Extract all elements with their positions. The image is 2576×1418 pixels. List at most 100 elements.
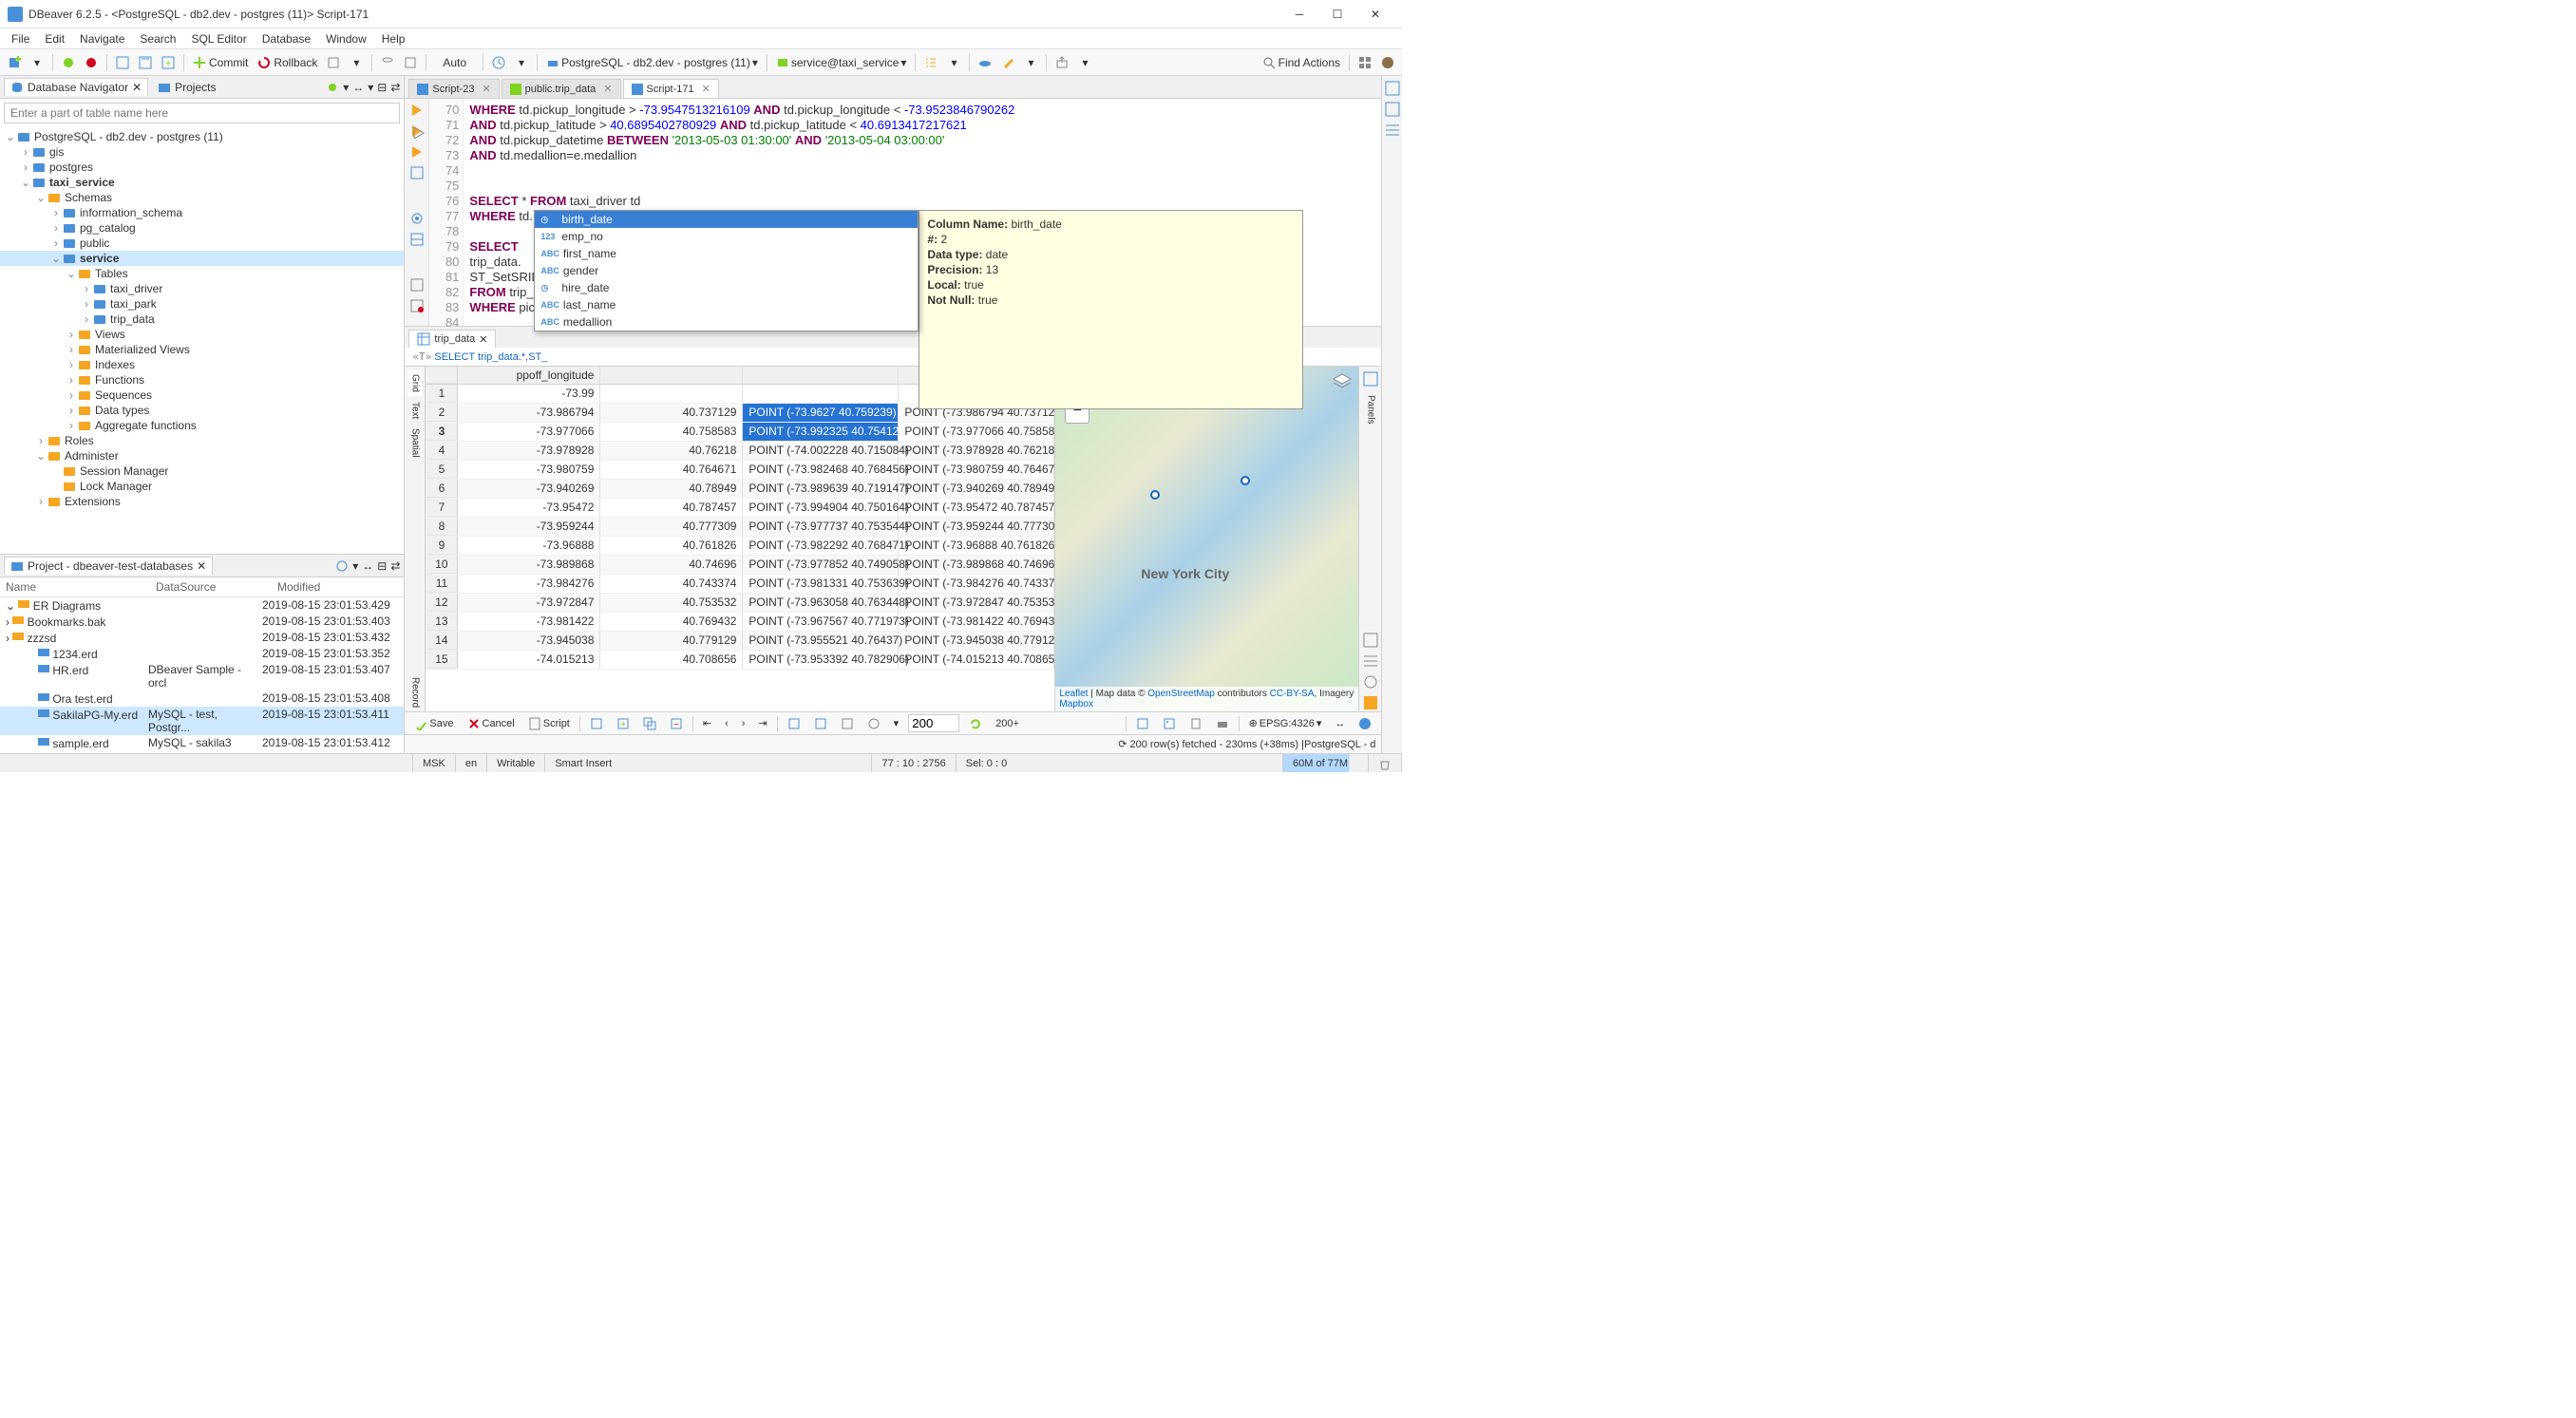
panel-icon-4[interactable] — [1362, 694, 1379, 711]
spatial-mode[interactable]: Spatial — [407, 425, 422, 462]
output-icon[interactable] — [409, 277, 425, 293]
close-icon[interactable]: ✕ — [197, 559, 206, 573]
sql-icon[interactable] — [400, 52, 421, 73]
grid-row[interactable]: 15-74.01521340.708656POINT (-73.953392 4… — [426, 651, 1054, 670]
grid-row[interactable]: 11-73.98427640.743374POINT (-73.981331 4… — [426, 575, 1054, 594]
color-icon[interactable] — [1354, 715, 1375, 732]
grid-row[interactable]: 9-73.9688840.761826POINT (-73.982292 40.… — [426, 537, 1054, 556]
config-icon[interactable] — [335, 559, 349, 573]
grid-row[interactable]: 4-73.97892840.76218POINT (-74.002228 40.… — [426, 442, 1054, 461]
grid-row[interactable]: 6-73.94026940.78949POINT (-73.989639 40.… — [426, 480, 1054, 499]
project-tab[interactable]: Project - dbeaver-test-databases ✕ — [4, 557, 213, 575]
find-actions-button[interactable]: Find Actions — [1259, 56, 1344, 69]
txn-dropdown-icon[interactable]: ▾ — [346, 52, 367, 73]
layers-icon[interactable] — [1332, 372, 1353, 393]
tree-item[interactable]: ›Data types — [0, 403, 404, 418]
link-nav-icon[interactable]: ⇄ — [390, 81, 400, 94]
map-marker[interactable] — [1150, 490, 1160, 500]
grid-row[interactable]: 8-73.95924440.777309POINT (-73.977737 40… — [426, 518, 1054, 537]
tree-item[interactable]: ›Aggregate functions — [0, 418, 404, 433]
refresh-icon[interactable] — [965, 715, 986, 732]
tree-item[interactable]: ›pg_catalog — [0, 220, 404, 236]
new-connection-icon[interactable] — [4, 52, 25, 73]
grid-row[interactable]: 12-73.97284740.753532POINT (-73.963058 4… — [426, 594, 1054, 613]
collapse-nav-icon[interactable]: ⊟ — [377, 81, 387, 94]
cloud-icon[interactable] — [975, 52, 995, 73]
tree-item[interactable]: ⌄Tables — [0, 266, 404, 281]
panel-icon-2[interactable] — [1362, 652, 1379, 670]
grid-row[interactable]: 10-73.98986840.74696POINT (-73.977852 40… — [426, 556, 1054, 575]
outline-icon[interactable] — [1384, 80, 1401, 97]
panel-icon-1[interactable] — [1362, 632, 1379, 649]
task-list-icon[interactable] — [920, 52, 941, 73]
heap-status[interactable]: 60M of 77M — [1283, 754, 1369, 772]
autocomplete-item[interactable]: 123emp_no — [535, 228, 918, 245]
autocomplete-item[interactable]: ◷birth_date — [535, 211, 918, 228]
tree-item[interactable]: ⌄PostgreSQL - db2.dev - postgres (11) — [0, 129, 404, 144]
project-row[interactable]: HR.erdDBeaver Sample - orcl2019-08-15 23… — [0, 662, 404, 690]
panels-label[interactable]: Panels — [1365, 391, 1375, 428]
dbeaver-perspective-icon[interactable] — [1377, 52, 1398, 73]
grid-row[interactable]: 7-73.9547240.787457POINT (-73.994904 40.… — [426, 499, 1054, 518]
autocomplete-popup[interactable]: ◷birth_date123emp_noABCfirst_nameABCgend… — [534, 210, 919, 331]
connection-selector[interactable]: PostgreSQL - db2.dev - postgres (11) ▾ — [542, 56, 762, 69]
tree-item[interactable]: ›gis — [0, 144, 404, 160]
tree-item[interactable]: Session Manager — [0, 463, 404, 479]
menu-sql-editor[interactable]: SQL Editor — [183, 30, 254, 47]
connect-nav-icon[interactable] — [326, 81, 339, 94]
first-icon[interactable]: ⇤ — [699, 715, 715, 731]
menu-help[interactable]: Help — [374, 30, 413, 47]
fetch-more-button[interactable]: 200+ — [992, 716, 1023, 731]
templates-icon[interactable] — [1384, 122, 1401, 139]
leaflet-link[interactable]: Leaflet — [1059, 689, 1088, 699]
config-result-icon[interactable] — [863, 715, 884, 732]
tree-item[interactable]: ›taxi_park — [0, 296, 404, 312]
tree-item[interactable]: ›taxi_driver — [0, 281, 404, 296]
menu-edit[interactable]: Edit — [37, 30, 72, 47]
autocomplete-item[interactable]: ABCgender — [535, 262, 918, 279]
export-result-icon[interactable] — [784, 715, 805, 732]
export-icon[interactable] — [1051, 52, 1072, 73]
grid-row[interactable]: 14-73.94503840.779129POINT (-73.955521 4… — [426, 632, 1054, 651]
tree-item[interactable]: ›public — [0, 236, 404, 251]
autocomplete-item[interactable]: ABCfirst_name — [535, 245, 918, 262]
commit-button[interactable]: Commit — [189, 56, 252, 69]
refresh-nav-icon[interactable]: ↔ — [352, 81, 364, 94]
tree-item[interactable]: ⌄service — [0, 251, 404, 266]
script-button[interactable]: Script — [524, 715, 574, 732]
tree-item[interactable]: ›Materialized Views — [0, 342, 404, 357]
map-panel[interactable]: + − New York City Leaflet | Map data © O… — [1054, 367, 1358, 711]
tree-item[interactable]: ⌄Schemas — [0, 190, 404, 205]
menu-navigate[interactable]: Navigate — [72, 30, 132, 47]
cc-link[interactable]: CC-BY-SA — [1270, 689, 1315, 699]
map-marker[interactable] — [1241, 476, 1250, 485]
autocomplete-item[interactable]: ◷hire_date — [535, 279, 918, 296]
delete-row-icon[interactable]: − — [666, 715, 687, 732]
record-mode[interactable]: Record — [407, 673, 422, 711]
panel-icon-3[interactable] — [1362, 673, 1379, 690]
menu-database[interactable]: Database — [255, 30, 318, 47]
last-icon[interactable]: ⇥ — [754, 715, 770, 731]
log-icon[interactable] — [409, 298, 425, 313]
editor-tab[interactable]: Script-23✕ — [408, 79, 499, 98]
settings-icon[interactable] — [409, 211, 425, 226]
minimize-button[interactable]: ─ — [1280, 0, 1318, 28]
clock-icon[interactable] — [488, 52, 509, 73]
marker-icon[interactable] — [997, 52, 1018, 73]
close-button[interactable]: ✕ — [1356, 0, 1394, 28]
grid-row[interactable]: 13-73.98142240.769432POINT (-73.967567 4… — [426, 613, 1054, 632]
tree-item[interactable]: ›information_schema — [0, 205, 404, 220]
perspective-icon[interactable] — [1354, 52, 1375, 73]
crs-selector[interactable]: ⊕ EPSG:4326 ▾ — [1245, 715, 1326, 731]
navigator-search-input[interactable] — [4, 103, 400, 123]
project-row[interactable]: 1234.erd2019-08-15 23:01:53.352 — [0, 646, 404, 662]
close-icon[interactable]: ✕ — [479, 333, 487, 346]
tree-item[interactable]: ⌄Administer — [0, 448, 404, 463]
txn-icon[interactable] — [323, 52, 344, 73]
gc-icon[interactable] — [1369, 754, 1402, 772]
close-icon[interactable]: ✕ — [132, 81, 142, 94]
execute-new-tab-icon[interactable] — [409, 144, 425, 160]
project-row[interactable]: SakilaPG-My.erdMySQL - test, Postgr...20… — [0, 707, 404, 735]
sql-editor-icon[interactable] — [112, 52, 133, 73]
history-icon[interactable] — [377, 52, 398, 73]
